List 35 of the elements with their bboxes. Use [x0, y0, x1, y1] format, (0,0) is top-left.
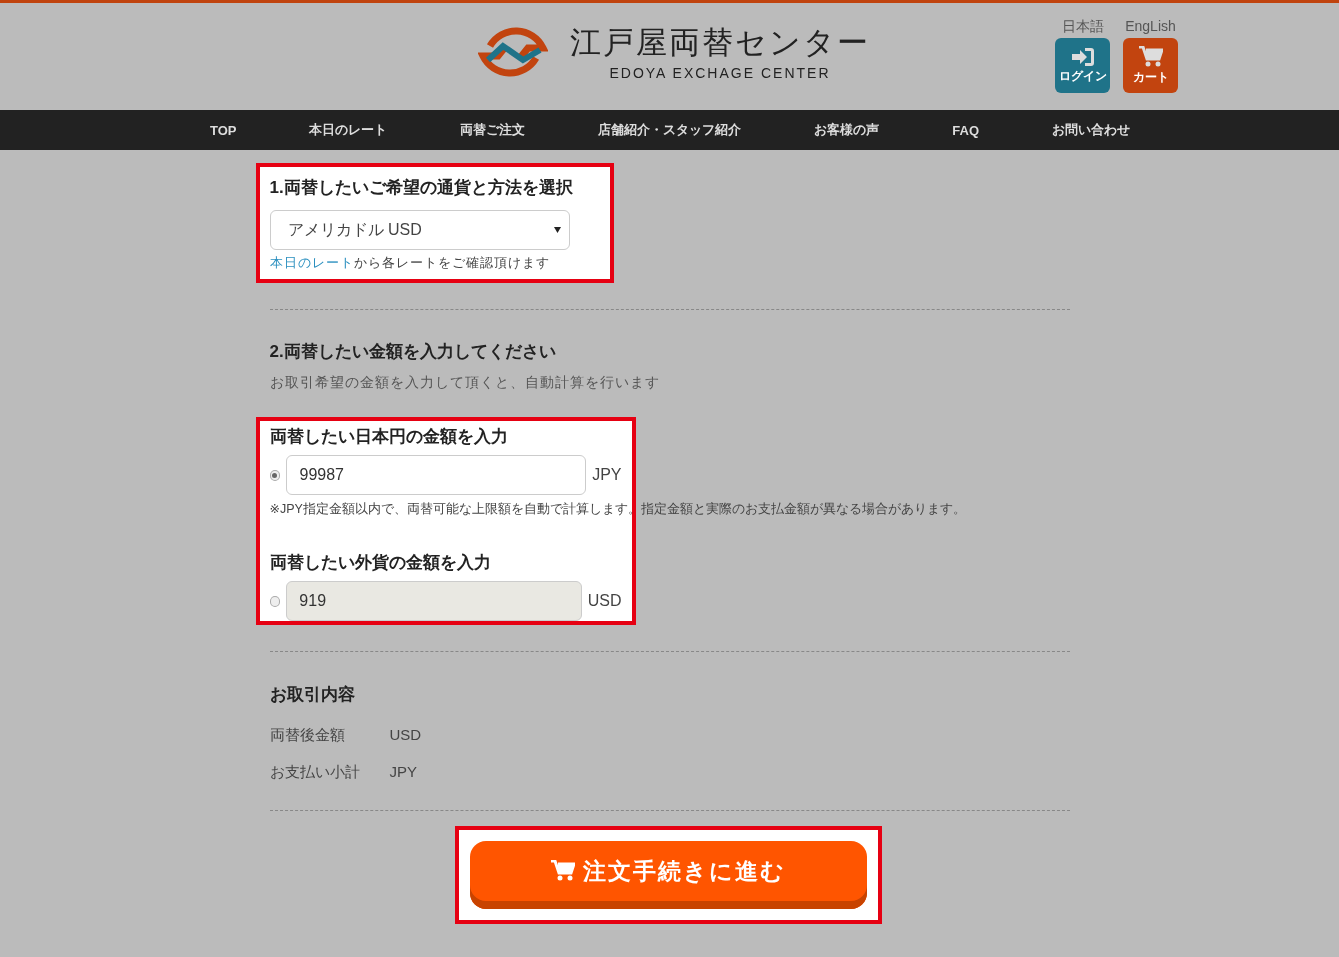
summary-value: JPY	[389, 763, 417, 782]
section-description: お取引希望の金額を入力して頂くと、自動計算を行います	[269, 374, 661, 392]
login-button[interactable]: ログイン	[1055, 38, 1110, 93]
cart-button[interactable]: カート	[1123, 38, 1178, 93]
nav-link[interactable]: TOP	[210, 122, 237, 138]
currency-unit: USD	[587, 592, 622, 610]
field-label: 両替したい外貨の金額を入力	[269, 552, 492, 574]
nav-link[interactable]: 本日のレート	[309, 121, 388, 139]
section-title: 2.両替したい金額を入力してください	[269, 341, 557, 363]
nav-link[interactable]: FAQ	[952, 122, 979, 138]
nav-link[interactable]: 店舗紹介・スタッフ紹介	[598, 121, 742, 139]
summary-value: USD	[389, 726, 422, 745]
nav-link[interactable]: 両替ご注文	[460, 121, 526, 139]
amount-field[interactable]: 99987	[286, 455, 587, 495]
cart-icon	[1138, 45, 1163, 68]
rate-note: 本日のレート から各レートをご確認頂けます	[269, 255, 551, 272]
section-title: お取引内容	[269, 684, 356, 706]
currency-unit: JPY	[592, 466, 622, 484]
currency-dropdown[interactable]: アメリカドル USD	[269, 210, 570, 250]
section-title: 1.両替したいご希望の通貨と方法を選択	[269, 177, 574, 199]
nav-link[interactable]: お客様の声	[814, 121, 880, 139]
summary-label: お支払い小計	[269, 763, 361, 782]
language-link[interactable]: EngLish	[1125, 17, 1176, 35]
logo-title: 江戸屋両替センター	[570, 24, 870, 62]
language-link[interactable]: 日本語	[1061, 17, 1104, 35]
calculation-note: ※JPY指定金額以内で、両替可能な上限額を自動で計算します。指定金額と実際のお支払金額が異なる場合があります。	[269, 501, 966, 518]
logo-subtitle: EDOYA EXCHAGE CENTER	[609, 65, 831, 81]
caret-icon	[553, 227, 561, 233]
summary-label: 両替後金額	[269, 726, 346, 745]
login-icon	[1070, 46, 1095, 67]
radio-button[interactable]	[269, 469, 281, 481]
field-label: 両替したい日本円の金額を入力	[269, 426, 509, 448]
rate-link[interactable]: 本日のレート	[269, 256, 354, 270]
cart-icon	[550, 860, 575, 882]
nav-link[interactable]: お問い合わせ	[1051, 121, 1130, 139]
